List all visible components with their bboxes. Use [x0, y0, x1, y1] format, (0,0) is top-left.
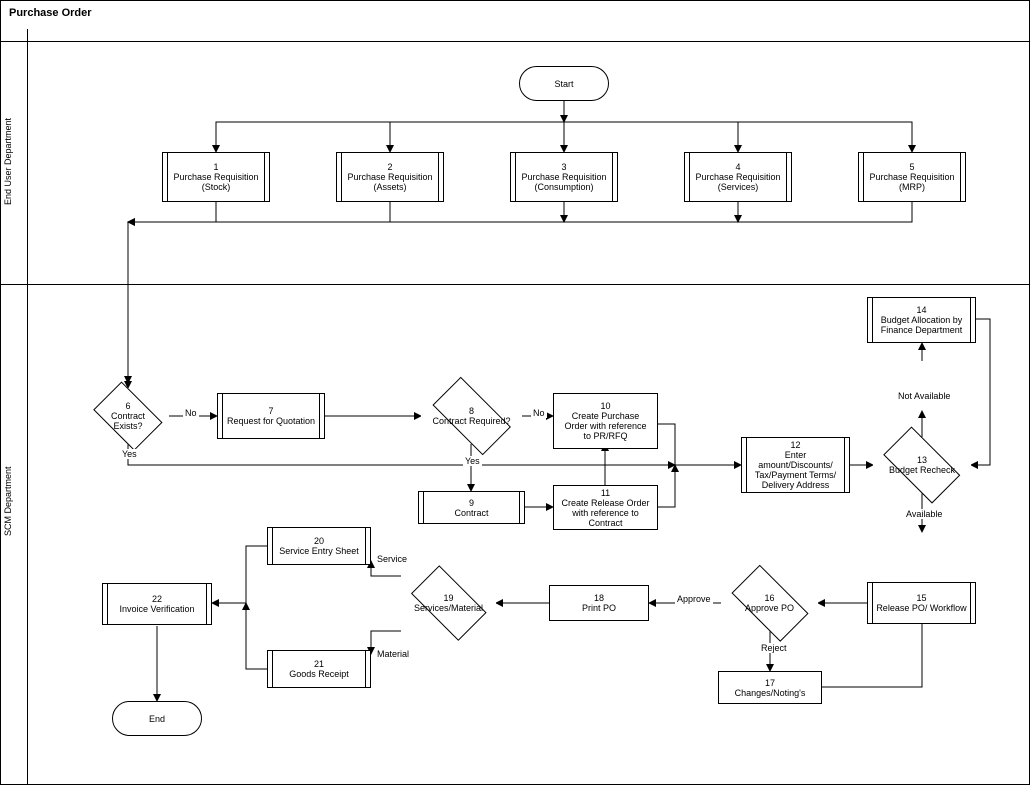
label-notavail: Not Available: [896, 391, 952, 401]
node-15: 15Release PO/ Workflow: [867, 582, 976, 624]
label-material: Material: [375, 649, 411, 659]
terminator-start: Start: [519, 66, 609, 101]
node-14: 14Budget Allocation by Finance Departmen…: [867, 297, 976, 343]
label-service: Service: [375, 554, 409, 564]
label-available: Available: [904, 509, 944, 519]
node-21: 21Goods Receipt: [267, 650, 371, 688]
node-18: 18Print PO: [549, 585, 649, 621]
node-13: 13Budget Recheck: [873, 437, 971, 493]
lane-label-scm: SCM Department: [3, 441, 25, 561]
label-no-1: No: [183, 408, 199, 418]
node-17: 17Changes/Noting's: [718, 671, 822, 704]
node-3: 3Purchase Requisition (Consumption): [510, 152, 618, 202]
node-11: 11Create Release Order with reference to…: [553, 485, 658, 530]
node-4: 4Purchase Requisition (Services): [684, 152, 792, 202]
node-19: 19Services/Material: [401, 575, 496, 631]
node-10: 10Create Purchase Order with reference t…: [553, 393, 658, 449]
node-6: 6Contract Exists?: [87, 388, 169, 444]
page-title: Purchase Order: [1, 1, 1029, 42]
node-9: 9Contract: [418, 491, 525, 524]
node-8: 8Contract Required?: [421, 388, 522, 444]
node-5: 5Purchase Requisition (MRP): [858, 152, 966, 202]
node-12: 12Enter amount/Discounts/ Tax/Payment Te…: [741, 437, 850, 493]
node-2: 2Purchase Requisition (Assets): [336, 152, 444, 202]
label-reject: Reject: [759, 643, 789, 653]
node-1: 1Purchase Requisition (Stock): [162, 152, 270, 202]
node-22: 22Invoice Verification: [102, 583, 212, 625]
lane-label-enduser: End User Department: [3, 101, 25, 221]
label-yes-2: Yes: [120, 449, 139, 459]
label-yes-1: Yes: [463, 456, 482, 466]
node-20: 20Service Entry Sheet: [267, 527, 371, 565]
label-approve: Approve: [675, 594, 713, 604]
node-16: 16Approve PO: [721, 575, 818, 631]
swimlane-divider: [1, 284, 1029, 285]
label-no-2: No: [531, 408, 547, 418]
diagram-frame: Purchase Order End User Department SCM D…: [0, 0, 1030, 785]
terminator-end: End: [112, 701, 202, 736]
node-7: 7Request for Quotation: [217, 393, 325, 439]
